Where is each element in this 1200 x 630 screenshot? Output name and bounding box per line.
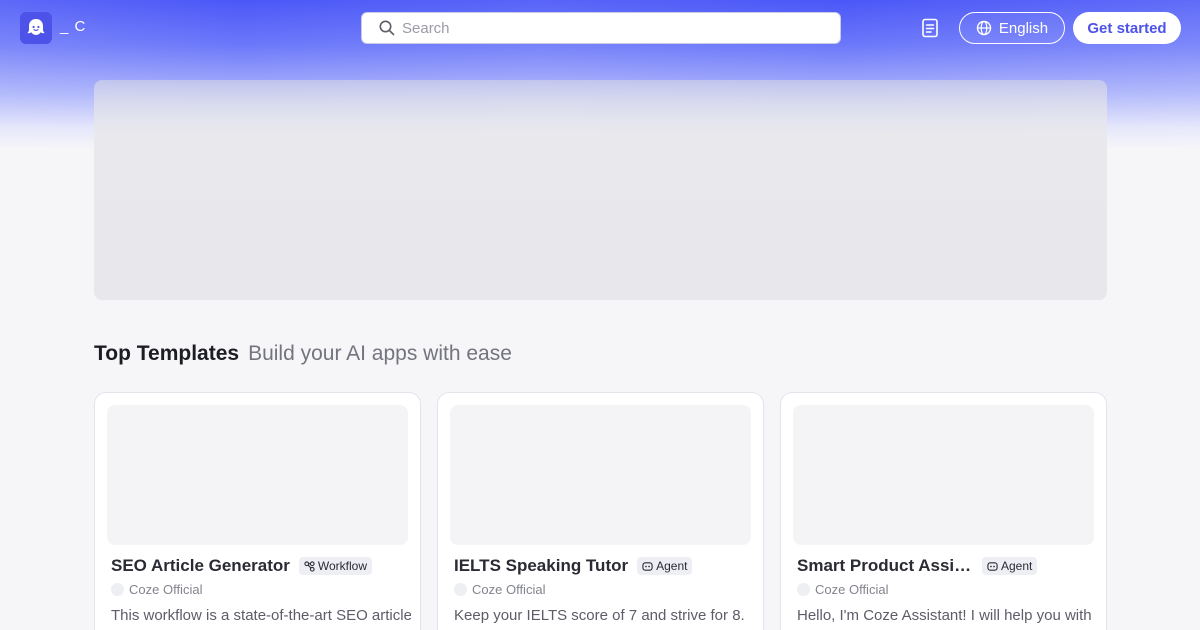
card-title: SEO Article Generator — [111, 556, 290, 575]
document-icon — [922, 18, 938, 38]
section-title: Top Templates — [94, 342, 240, 365]
card-thumbnail — [793, 405, 1094, 545]
card-description: Hello, I'm Coze Assistant! I will help y… — [797, 607, 1092, 624]
type-badge: Agent — [982, 557, 1038, 575]
section-heading: Top Templates Build your AI apps with ea… — [94, 342, 512, 366]
language-label: English — [998, 19, 1049, 37]
agent-icon — [987, 561, 998, 571]
search-input[interactable] — [402, 19, 822, 37]
search-bar[interactable] — [361, 12, 841, 44]
logo-text: _ C — [60, 18, 87, 35]
globe-icon — [976, 20, 992, 36]
workflow-icon — [304, 560, 315, 572]
card-description: This workflow is a state-of-the-art SEO … — [111, 607, 411, 624]
card-author: Coze Official — [454, 581, 545, 597]
agent-icon — [642, 561, 653, 571]
page: _ C English Get started Top Templates — [0, 0, 1200, 630]
type-badge: Agent — [637, 557, 693, 575]
author-name: Coze Official — [129, 581, 203, 597]
language-button[interactable]: English — [959, 12, 1065, 44]
featured-banner[interactable] — [94, 80, 1107, 300]
badge-label: Workflow — [317, 559, 367, 573]
get-started-button[interactable]: Get started — [1073, 12, 1181, 44]
card-title-row: IELTS Speaking Tutor Agent — [454, 554, 754, 578]
badge-label: Agent — [656, 559, 688, 573]
avatar — [111, 582, 124, 596]
card-author: Coze Official — [111, 581, 202, 597]
card-description: Keep your IELTS score of 7 and strive fo… — [454, 607, 745, 624]
card-thumbnail — [107, 405, 408, 545]
section-subtitle: Build your AI apps with ease — [248, 342, 512, 365]
card-title: IELTS Speaking Tutor — [454, 556, 629, 575]
coze-logo[interactable] — [20, 12, 52, 44]
card-thumbnail — [450, 405, 751, 545]
card-title-row: SEO Article Generator Workflow — [111, 554, 411, 578]
type-badge: Workflow — [298, 557, 372, 575]
template-card[interactable]: Smart Product Assistant Agent Coze Offic… — [780, 392, 1107, 630]
template-card[interactable]: IELTS Speaking Tutor Agent Coze Official… — [437, 392, 764, 630]
template-card[interactable]: SEO Article Generator Workflow Coze Offi… — [94, 392, 421, 630]
mascot-icon — [27, 19, 45, 35]
avatar — [454, 582, 467, 596]
docs-button[interactable] — [919, 17, 941, 39]
avatar — [797, 582, 810, 596]
card-title-row: Smart Product Assistant Agent — [797, 554, 1097, 578]
card-title: Smart Product Assistant — [797, 556, 973, 575]
author-name: Coze Official — [815, 581, 889, 597]
card-author: Coze Official — [797, 581, 888, 597]
author-name: Coze Official — [472, 581, 546, 597]
badge-label: Agent — [1001, 559, 1033, 573]
search-icon — [378, 19, 396, 37]
